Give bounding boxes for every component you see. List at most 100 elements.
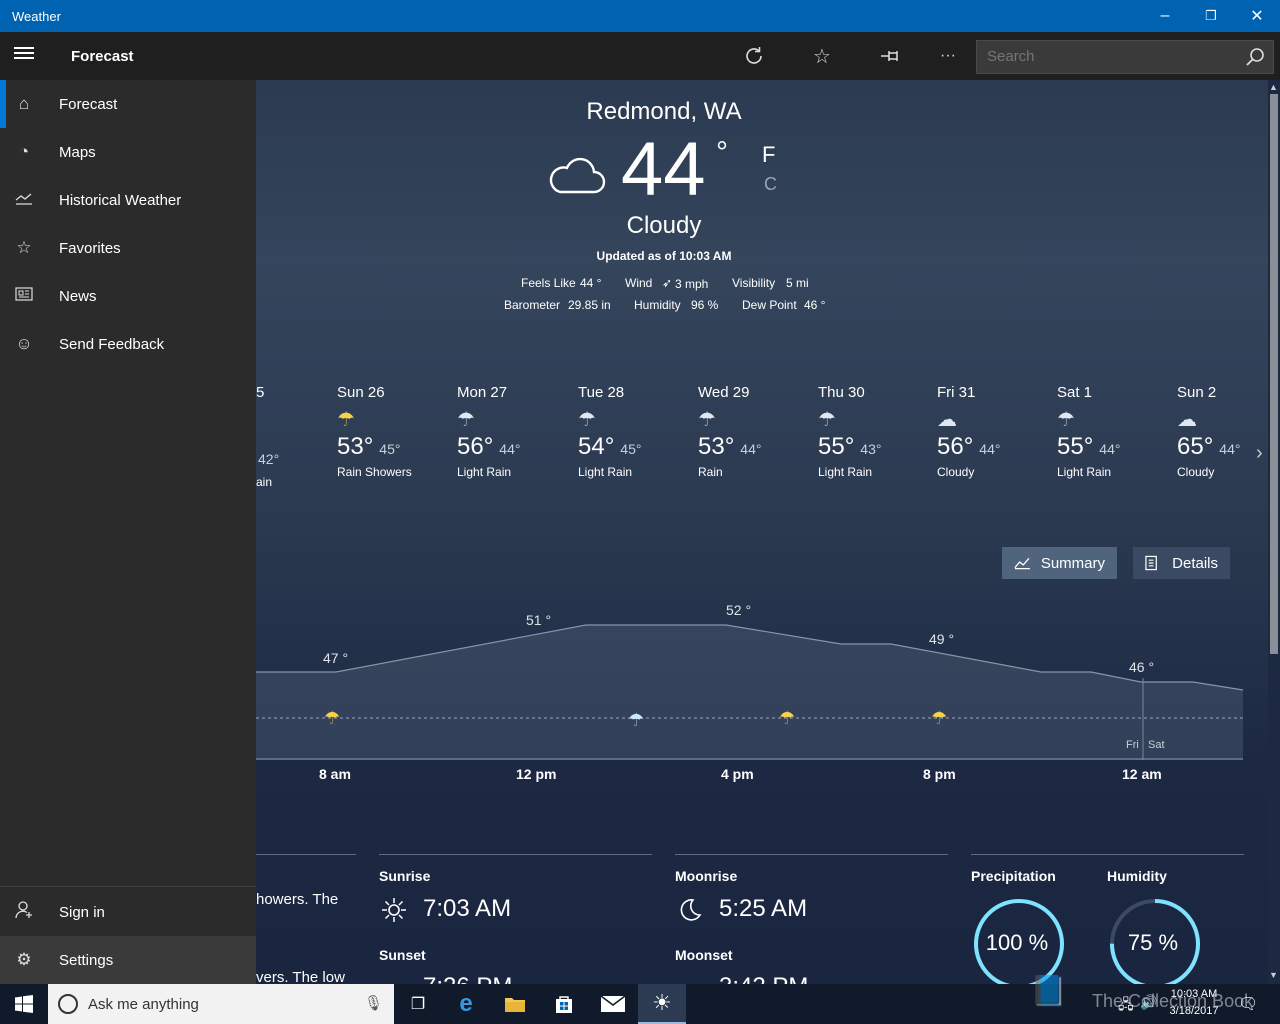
day-low-temp: 44° [740,441,762,457]
nav-item-label: Forecast [59,95,118,113]
day-low-temp: 44° [499,441,521,457]
clock-time[interactable]: 10:03 AM [1164,988,1224,1000]
search-input[interactable] [987,48,1227,65]
day-low-temp: 45° [379,441,401,457]
day-forecast-item[interactable]: Sun 26 ☂ 53° 45° Rain Showers [337,384,447,479]
pin-icon[interactable] [872,40,908,72]
divider [675,854,948,855]
restore-button[interactable]: ❐ [1188,0,1234,32]
nav-divider [0,886,256,887]
cloud-icon: ☁ [1177,409,1197,431]
clock-date[interactable]: 3/18/2017 [1164,1005,1224,1017]
day-low-temp: 44° [1099,441,1121,457]
tab-summary[interactable]: Summary [1002,547,1117,579]
edge-browser-icon[interactable]: e [442,984,490,1024]
nav-item-label: Settings [59,951,114,969]
hourly-temperature-area [256,625,1243,760]
cortana-placeholder: Ask me anything [88,996,199,1013]
mail-icon[interactable] [589,984,637,1024]
nav-item-label: Historical Weather [59,191,182,209]
day-high-temp: 56° [457,433,494,460]
nav-item-send-feedback[interactable]: ☺ Send Feedback [0,320,256,368]
rain-icon: ☂ [628,710,645,730]
hamburger-menu-icon[interactable] [12,44,36,68]
hourly-label-1: 47 ° [323,650,349,666]
humidity-ring-label: Humidity [1107,868,1167,884]
day-high-temp: 56° [937,433,974,460]
dew-point-value: 46 ° [804,298,826,312]
divider [256,854,356,855]
person-icon [0,900,48,924]
nav-item-sign-in[interactable]: Sign in [0,888,256,936]
scroll-up-icon[interactable]: ▲ [1269,82,1278,92]
tab-details[interactable]: Details [1133,547,1230,579]
rain-icon: ☂ [698,409,716,431]
task-view-icon[interactable]: ❐ [394,984,442,1024]
microphone-icon[interactable]: 🎙 [364,994,383,1012]
humidity-value: 96 % [691,298,719,312]
day-high-temp: 55° [818,433,855,460]
file-explorer-icon[interactable] [491,984,539,1024]
partial-day-condition: ain [256,475,273,489]
selection-indicator [0,80,6,128]
chart-line-icon [1014,557,1030,570]
day-low-temp: 43° [860,441,882,457]
day-condition: Cloudy [937,465,975,479]
taskbar: Ask me anything 🎙 ❐ e ☀ 📘 The Collection… [0,975,1280,1024]
day-high-temp: 54° [578,433,615,460]
sun-rain-icon: ☂ [779,708,796,728]
nav-item-maps[interactable]: ◔ Maps [0,128,256,176]
day-forecast-item[interactable]: Tue 28 ☂ 54° 45° Light Rain [578,384,688,479]
summary-text-line: howers. The [256,891,339,908]
store-icon[interactable] [540,984,588,1024]
network-icon[interactable]: 🖧 [1118,994,1134,1018]
day-forecast-item[interactable]: Thu 30 ☂ 55° 43° Light Rain [818,384,928,479]
unit-celsius-toggle[interactable]: C [764,174,777,195]
start-button[interactable] [0,984,48,1024]
sunrise-label: Sunrise [379,868,431,884]
weather-app-icon[interactable]: ☀ [638,984,686,1024]
sunrise-icon [380,896,408,929]
nav-item-forecast[interactable]: ⌂ Forecast [0,80,256,128]
close-button[interactable]: ✕ [1234,0,1280,32]
window-title: Weather [12,9,61,24]
minimize-button[interactable]: – [1142,0,1188,32]
day-name: Wed 29 [698,384,750,401]
scrollbar-thumb[interactable] [1270,94,1278,654]
next-days-arrow[interactable]: › [1256,442,1263,465]
day-forecast-item[interactable]: Mon 27 ☂ 56° 44° Light Rain [457,384,567,479]
title-bar: Weather – ❐ ✕ [0,0,1280,32]
more-options-button[interactable]: ··· [930,40,966,72]
cortana-search-box[interactable]: Ask me anything 🎙 [48,984,394,1024]
action-center-icon[interactable]: 🗨 [1238,994,1258,1014]
moon-rain-icon: ☂ [931,708,948,728]
moonset-value: 3:42 PM [719,973,808,984]
day-forecast-item[interactable]: Fri 31 ☁ 56° 44° Cloudy [937,384,1047,479]
page-title: Forecast [71,48,134,65]
day-forecast-item[interactable]: Sat 1 ☂ 55° 44° Light Rain [1057,384,1167,479]
star-icon[interactable]: ☆ [804,40,840,72]
day-forecast-item[interactable]: Sun 2 ☁ 65° 44° Cloudy [1177,384,1268,479]
nav-item-news[interactable]: News [0,272,256,320]
nav-item-settings[interactable]: ⚙ Settings [0,936,256,984]
radar-icon: ◔ [18,142,30,161]
day-forecast-item[interactable]: Wed 29 ☂ 53° 44° Rain [698,384,808,479]
day-condition: Rain [698,465,723,479]
rain-icon: ☂ [1057,409,1075,431]
cloud-icon: ☁ [937,409,957,431]
scroll-down-icon[interactable]: ▼ [1269,970,1278,980]
unit-fahrenheit-toggle[interactable]: F [762,142,775,168]
volume-icon[interactable]: 🔊 [1140,994,1157,1011]
moon-icon [676,896,704,929]
moonrise-label: Moonrise [675,868,738,884]
nav-item-favorites[interactable]: ☆ Favorites [0,224,256,272]
nav-item-historical-weather[interactable]: Historical Weather [0,176,256,224]
humidity-ring-value: 75 % [1127,930,1179,955]
feels-like-label: Feels Like [521,276,576,290]
vertical-scrollbar[interactable]: ▲ ▼ [1268,80,1280,984]
search-icon[interactable] [1245,47,1265,72]
search-box[interactable] [976,40,1274,74]
cloud-icon [546,152,606,201]
refresh-icon[interactable] [736,40,772,72]
day-split-fri: Fri [1126,739,1139,751]
